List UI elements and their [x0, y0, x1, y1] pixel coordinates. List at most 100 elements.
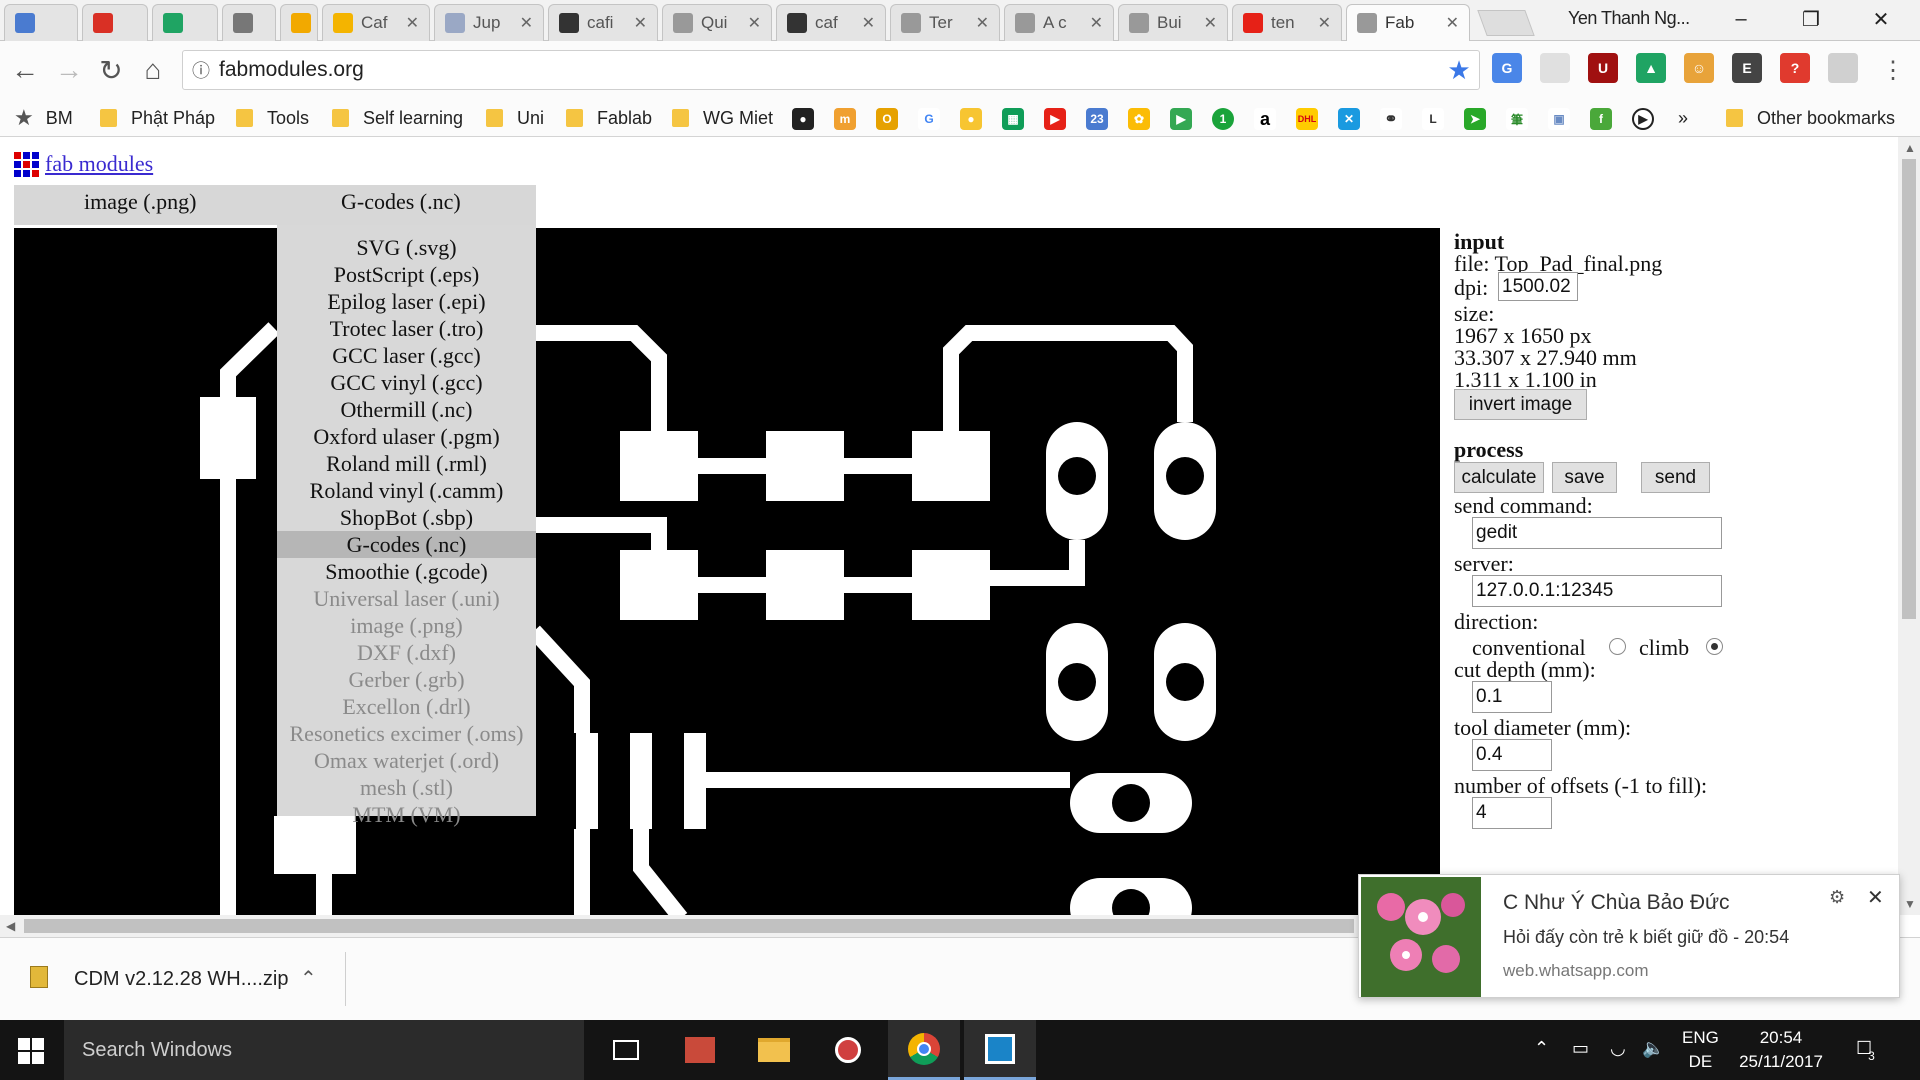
bookmark-self-learning[interactable]: Self learning [332, 104, 463, 132]
back-arrow-icon[interactable]: ← [8, 53, 42, 87]
play-icon[interactable]: ▶ [1632, 108, 1654, 130]
translate-icon[interactable]: G [1492, 53, 1522, 83]
new-tab-button[interactable] [1477, 10, 1535, 36]
browser-tab[interactable] [4, 4, 78, 41]
language-indicator[interactable]: ENG DE [1682, 1026, 1719, 1074]
forward-arrow-icon[interactable]: → [52, 53, 86, 87]
cut-depth-input[interactable] [1472, 681, 1552, 713]
dropdown-item[interactable]: Trotec laser (.tro) [277, 315, 536, 342]
tab-close-icon[interactable]: ✕ [1446, 13, 1459, 33]
bookmark-icon[interactable]: 1 [1212, 108, 1234, 130]
offsets-input[interactable] [1472, 797, 1552, 829]
app-icon[interactable] [964, 1020, 1036, 1080]
browser-tab[interactable] [280, 4, 318, 41]
evernote-icon[interactable]: E [1732, 53, 1762, 83]
tab-close-icon[interactable]: ✕ [748, 13, 761, 33]
bookmark-uni[interactable]: Uni [486, 104, 544, 132]
scroll-down-icon[interactable]: ▼ [1904, 897, 1916, 911]
bookmark-bm[interactable]: ★ BM [14, 104, 73, 132]
other-bookmarks[interactable]: Other bookmarks [1726, 104, 1895, 132]
tool-diameter-input[interactable] [1472, 739, 1552, 771]
dropdown-item[interactable]: Oxford ulaser (.pgm) [277, 423, 536, 450]
close-window-icon[interactable]: ✕ [1858, 4, 1904, 34]
bookmark-icon[interactable]: m [834, 108, 856, 130]
vertical-scrollbar[interactable]: ▲ ▼ [1898, 137, 1920, 915]
fab-modules-logo[interactable]: fab modules [14, 151, 153, 177]
browser-tab[interactable]: A c ✕ [1004, 4, 1114, 41]
dropdown-item[interactable]: ShopBot (.sbp) [277, 504, 536, 531]
chevron-up-icon[interactable]: ⌃ [1534, 1038, 1549, 1059]
send-command-input[interactable] [1472, 517, 1722, 549]
sheets-icon[interactable]: ▦ [1002, 108, 1024, 130]
google-icon[interactable]: G [918, 108, 940, 130]
tab-close-icon[interactable]: ✕ [976, 13, 989, 33]
tab-close-icon[interactable]: ✕ [634, 13, 647, 33]
browser-tab[interactable] [152, 4, 218, 41]
chrome-icon[interactable] [888, 1020, 960, 1080]
vertical-scroll-thumb[interactable] [1902, 159, 1916, 619]
youtube-icon[interactable]: ▶ [1044, 108, 1066, 130]
minimize-icon[interactable]: – [1718, 4, 1764, 34]
bookmark-icon[interactable]: ✕ [1338, 108, 1360, 130]
address-bar[interactable]: ⓘ fabmodules.org ★ [182, 50, 1480, 90]
download-file-name[interactable]: CDM v2.12.28 WH....zip [74, 968, 289, 991]
dropdown-item[interactable]: Smoothie (.gcode) [277, 558, 536, 585]
play-store-icon[interactable]: ▶ [1170, 108, 1192, 130]
ublock-icon[interactable]: U [1588, 53, 1618, 83]
invert-image-button[interactable]: invert image [1454, 389, 1587, 420]
app-icon[interactable] [664, 1020, 736, 1080]
github-icon[interactable]: ● [792, 108, 814, 130]
climb-radio[interactable] [1706, 638, 1723, 655]
bookmark-icon[interactable]: f [1590, 108, 1612, 130]
volume-icon[interactable]: 🔈 [1642, 1038, 1664, 1059]
output-format-menu[interactable]: G-codes (.nc) [341, 189, 461, 215]
dpi-input[interactable] [1498, 272, 1578, 301]
dhl-icon[interactable]: DHL [1296, 108, 1318, 130]
browser-tab[interactable] [222, 4, 276, 41]
action-center-icon[interactable]: ☐3 [1856, 1038, 1879, 1063]
cart-icon[interactable]: ▣ [1548, 108, 1570, 130]
bookmark-icon[interactable]: L [1422, 108, 1444, 130]
extension-face-icon[interactable]: ☺ [1684, 53, 1714, 83]
drive-icon[interactable]: ▲ [1636, 53, 1666, 83]
file-explorer-icon[interactable] [738, 1020, 810, 1080]
conventional-radio[interactable] [1609, 638, 1626, 655]
tab-close-icon[interactable]: ✕ [520, 13, 533, 33]
dropdown-item[interactable]: SVG (.svg) [277, 234, 536, 261]
dropdown-item[interactable]: PostScript (.eps) [277, 261, 536, 288]
reload-icon[interactable]: ↻ [94, 53, 128, 87]
url-text[interactable]: fabmodules.org [219, 58, 1439, 82]
photos-icon[interactable]: ✿ [1128, 108, 1150, 130]
tab-close-icon[interactable]: ✕ [862, 13, 875, 33]
more-bookmarks-button[interactable]: » [1678, 104, 1688, 132]
extension-red-icon[interactable]: ? [1780, 53, 1810, 83]
tab-close-icon[interactable]: ✕ [1318, 13, 1331, 33]
horizontal-scroll-thumb[interactable] [24, 919, 1354, 933]
browser-tab[interactable]: Ter ✕ [890, 4, 1000, 41]
browser-tab[interactable]: ten ✕ [1232, 4, 1342, 41]
bookmark-star-icon[interactable]: ★ [1439, 55, 1479, 86]
fab-modules-link[interactable]: fab modules [45, 151, 153, 177]
calculate-button[interactable]: calculate [1454, 462, 1544, 493]
keep-icon[interactable]: ● [960, 108, 982, 130]
amazon-icon[interactable]: a [1254, 108, 1276, 130]
bookmark-phat-phap[interactable]: Phật Pháp [100, 104, 215, 132]
dropdown-item[interactable]: GCC laser (.gcc) [277, 342, 536, 369]
tab-close-icon[interactable]: ✕ [406, 13, 419, 33]
bookmark-icon[interactable]: O [876, 108, 898, 130]
send-button[interactable]: send [1641, 462, 1710, 493]
browser-tab[interactable]: cafi ✕ [548, 4, 658, 41]
browser-tab[interactable]: Fab ✕ [1346, 4, 1470, 41]
dropdown-item[interactable]: GCC vinyl (.gcc) [277, 369, 536, 396]
bookmark-wg-miet[interactable]: WG Miet [672, 104, 773, 132]
whatsapp-notification[interactable]: C Như Ý Chùa Bảo Đức Hỏi đấy còn trẻ k b… [1358, 874, 1900, 998]
gear-icon[interactable]: ⚙ [1829, 887, 1845, 908]
tab-close-icon[interactable]: ✕ [1090, 13, 1103, 33]
windows-start-icon[interactable] [18, 1038, 44, 1064]
taskbar-clock[interactable]: 20:54 25/11/2017 [1738, 1026, 1824, 1074]
extension-icon[interactable] [1540, 53, 1570, 83]
wifi-icon[interactable]: ◡ [1610, 1038, 1626, 1059]
dropdown-item[interactable]: Epilog laser (.epi) [277, 288, 536, 315]
bookmark-fablab[interactable]: Fablab [566, 104, 652, 132]
snipping-tool-icon[interactable] [812, 1020, 884, 1080]
